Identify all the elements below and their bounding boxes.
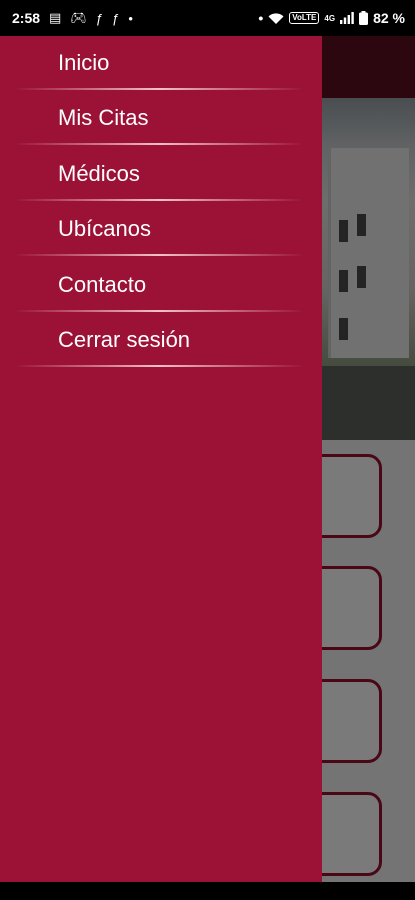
battery-level: 82 %	[373, 10, 405, 26]
menu-item-label: Mis Citas	[58, 105, 149, 131]
battery-icon	[359, 11, 369, 25]
wifi-icon	[268, 12, 284, 24]
menu-divider	[14, 198, 304, 201]
system-navigation-bar	[0, 882, 415, 900]
menu-item-contacto[interactable]: Contacto	[0, 258, 322, 314]
status-left: 2:58 ▤ 🎮︎ ƒ ƒ •	[12, 10, 133, 26]
menu-divider	[14, 87, 304, 90]
signal-icon	[340, 12, 354, 24]
notification-dot-icon: •	[258, 10, 264, 26]
menu-divider	[14, 254, 304, 256]
navigation-drawer: Inicio Mis Citas Médicos Ubícanos Contac…	[0, 36, 322, 882]
dot-icon: •	[128, 10, 133, 26]
menu-item-medicos[interactable]: Médicos	[0, 147, 322, 203]
menu-item-cerrar-sesion[interactable]: Cerrar sesión	[0, 314, 322, 370]
menu-item-ubicanos[interactable]: Ubícanos	[0, 203, 322, 259]
menu-item-label: Contacto	[58, 271, 147, 297]
menu-item-mis-citas[interactable]: Mis Citas	[0, 92, 322, 148]
status-right: • VoLTE 4G 82 %	[258, 10, 405, 26]
menu-item-label: Médicos	[58, 160, 140, 186]
menu-divider	[14, 365, 304, 367]
status-time: 2:58	[12, 10, 41, 26]
fx-icon-2: ƒ	[112, 10, 120, 26]
notes-icon: ▤	[49, 10, 62, 25]
menu-item-inicio[interactable]: Inicio	[0, 36, 322, 92]
game-controller-icon: 🎮︎	[70, 10, 87, 25]
drawer-menu: Inicio Mis Citas Médicos Ubícanos Contac…	[0, 36, 322, 369]
menu-item-label: Cerrar sesión	[58, 327, 191, 353]
menu-divider	[14, 309, 304, 312]
volte-badge: VoLTE	[289, 12, 320, 24]
menu-divider	[14, 143, 304, 145]
status-bar: 2:58 ▤ 🎮︎ ƒ ƒ • • VoLTE 4G 82 %	[0, 0, 415, 36]
menu-item-label: Inicio	[58, 49, 110, 75]
menu-item-label: Ubícanos	[58, 216, 151, 242]
network-type: 4G	[324, 13, 336, 23]
fx-icon: ƒ	[95, 10, 104, 26]
